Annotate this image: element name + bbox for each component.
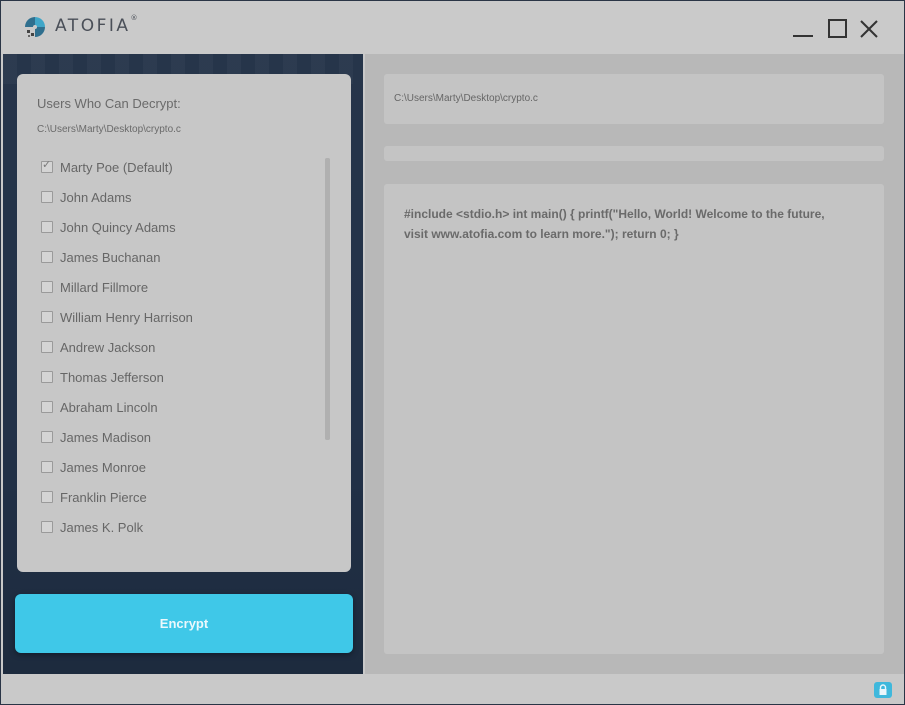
file-content: #include <stdio.h> int main() { printf("… [404, 207, 825, 241]
lock-icon[interactable] [874, 682, 892, 698]
user-checkbox[interactable] [41, 521, 53, 533]
user-row[interactable]: James Monroe [41, 458, 311, 488]
user-row[interactable]: Thomas Jefferson [41, 368, 311, 398]
maximize-button[interactable] [827, 17, 849, 39]
user-row[interactable]: James K. Polk [41, 518, 311, 548]
user-checkbox[interactable] [41, 401, 53, 413]
user-row[interactable]: Andrew Jackson [41, 338, 311, 368]
user-label: Thomas Jefferson [60, 370, 164, 385]
user-row[interactable]: Marty Poe (Default) [41, 158, 311, 188]
user-row[interactable]: William Henry Harrison [41, 308, 311, 338]
user-checkbox[interactable] [41, 341, 53, 353]
maximize-icon [828, 19, 847, 38]
user-checkbox[interactable] [41, 461, 53, 473]
users-title: Users Who Can Decrypt: [37, 96, 181, 111]
status-bar [1, 674, 904, 704]
close-icon [860, 20, 878, 38]
file-path-box: C:\Users\Marty\Desktop\crypto.c [384, 74, 884, 124]
user-checkbox[interactable] [41, 491, 53, 503]
user-row[interactable]: Abraham Lincoln [41, 398, 311, 428]
users-file-path: C:\Users\Marty\Desktop\crypto.c [37, 124, 181, 135]
lock-glyph [879, 684, 887, 695]
user-list-scrollbar[interactable] [325, 158, 330, 440]
user-label: James Buchanan [60, 250, 161, 265]
brand-name: ATOFIA® [55, 14, 138, 36]
user-checkbox[interactable] [41, 158, 53, 173]
user-checkbox[interactable] [41, 221, 53, 233]
user-row[interactable]: John Quincy Adams [41, 218, 311, 248]
user-label: Andrew Jackson [60, 340, 156, 355]
user-checkbox[interactable] [41, 431, 53, 443]
user-checkbox[interactable] [41, 251, 53, 263]
user-label: John Adams [60, 190, 132, 205]
user-checkbox[interactable] [41, 281, 53, 293]
user-label: John Quincy Adams [60, 220, 176, 235]
user-label: Abraham Lincoln [60, 400, 158, 415]
minimize-icon [793, 35, 813, 37]
progress-bar [384, 146, 884, 161]
title-bar[interactable]: ATOFIA® [1, 1, 904, 54]
user-label: William Henry Harrison [60, 310, 193, 325]
encrypt-button[interactable]: Encrypt [15, 594, 353, 653]
scrollbar-thumb[interactable] [325, 158, 330, 440]
user-label: James Monroe [60, 460, 146, 475]
user-row[interactable]: Millard Fillmore [41, 278, 311, 308]
user-row[interactable]: John Adams [41, 188, 311, 218]
minimize-button[interactable] [792, 17, 814, 39]
user-label: James Madison [60, 430, 152, 445]
app-window: ATOFIA® Users Who Can Decrypt: C:\Users\… [0, 0, 905, 705]
user-row[interactable]: James Madison [41, 428, 311, 458]
left-panel: Users Who Can Decrypt: C:\Users\Marty\De… [3, 54, 363, 674]
user-label: Millard Fillmore [60, 280, 149, 295]
user-label: Franklin Pierce [60, 490, 147, 505]
user-row[interactable]: James Buchanan [41, 248, 311, 278]
user-checkbox[interactable] [41, 311, 53, 323]
file-panel: C:\Users\Marty\Desktop\crypto.c #include… [365, 54, 904, 674]
close-button[interactable] [858, 17, 880, 39]
users-card: Users Who Can Decrypt: C:\Users\Marty\De… [17, 74, 351, 572]
user-checkbox[interactable] [41, 191, 53, 203]
user-label: James K. Polk [60, 520, 144, 535]
user-checkbox[interactable] [41, 371, 53, 383]
user-row[interactable]: Franklin Pierce [41, 488, 311, 518]
atofia-logo-icon [25, 17, 45, 37]
user-list: Marty Poe (Default) John Adams John Quin… [41, 158, 311, 548]
user-label: Marty Poe (Default) [60, 160, 173, 175]
file-content-box[interactable]: #include <stdio.h> int main() { printf("… [384, 184, 884, 654]
file-path: C:\Users\Marty\Desktop\crypto.c [394, 93, 538, 104]
